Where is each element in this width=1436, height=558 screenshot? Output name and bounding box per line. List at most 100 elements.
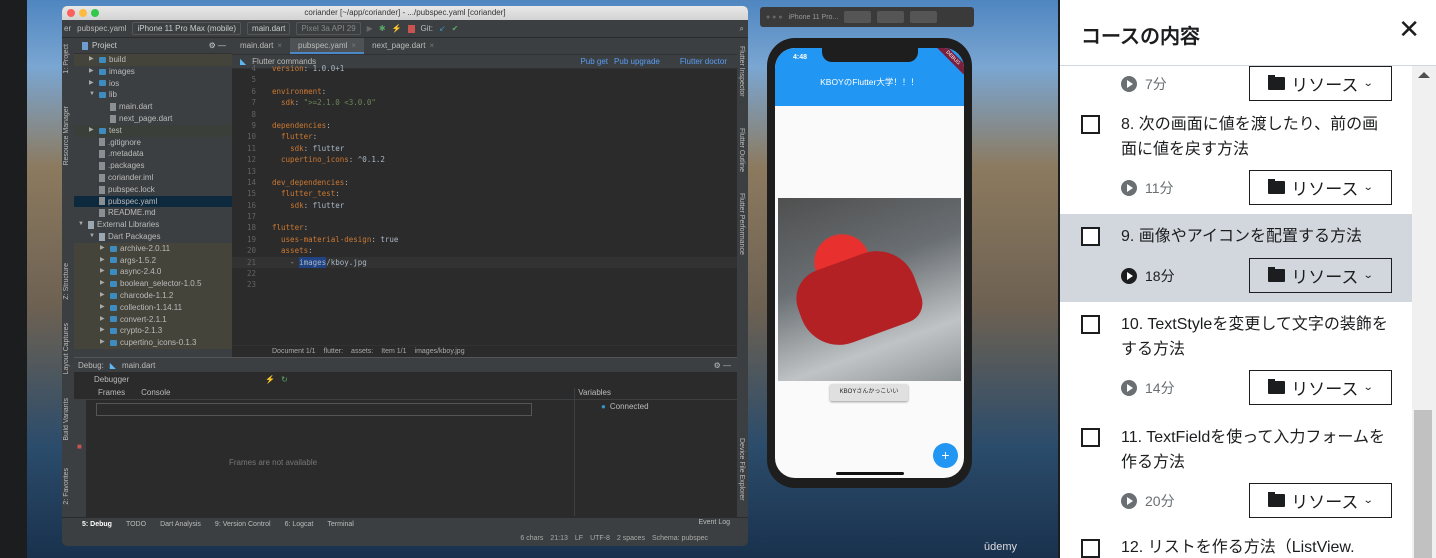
lecture-checkbox[interactable] — [1081, 539, 1100, 558]
scroll-up-arrow[interactable] — [1418, 72, 1430, 78]
tree-item[interactable]: ▶ test — [74, 124, 232, 137]
tree-item[interactable]: ▶ collection-1.14.11 — [74, 301, 232, 314]
expand-arrow-icon[interactable]: ▶ — [89, 125, 96, 137]
hot-reload-icon[interactable]: ⚡ — [392, 24, 402, 33]
gear-icon[interactable]: ⚙ — — [209, 41, 226, 50]
expand-arrow-icon[interactable]: ▶ — [100, 243, 107, 255]
expand-arrow-icon[interactable]: ▶ — [89, 78, 96, 90]
close-icon[interactable]: × — [277, 41, 282, 50]
tree-item[interactable]: coriander.iml — [74, 172, 232, 184]
expand-arrow-icon[interactable]: ▶ — [89, 54, 96, 66]
code-editor[interactable]: 4 version: 1.0.0+1 5 6 environment:7 sdk: ">… — [232, 63, 737, 291]
tool-structure[interactable]: Z: Structure — [63, 263, 70, 300]
frames-tab[interactable]: Frames — [98, 388, 125, 397]
tree-item[interactable]: ▶ images — [74, 66, 232, 78]
resources-dropdown[interactable]: リソース ⌄ — [1249, 370, 1392, 405]
editor-tab[interactable]: main.dart × — [232, 38, 290, 54]
tree-item[interactable]: ▶ args-1.5.2 — [74, 254, 232, 267]
close-window-button[interactable] — [67, 9, 75, 17]
tool-resource-manager[interactable]: Resource Manager — [63, 106, 70, 166]
status-item[interactable]: 21:13 — [550, 535, 568, 542]
close-icon[interactable]: × — [429, 41, 434, 50]
debug-icon[interactable]: ✱ — [379, 24, 386, 33]
lecture-item[interactable]: 9. 画像やアイコンを配置する方法 18分 リソース ⌄ — [1060, 214, 1412, 302]
resources-dropdown[interactable]: リソース ⌄ — [1249, 258, 1392, 293]
resources-dropdown[interactable]: リソース ⌄ — [1249, 170, 1392, 205]
tree-item[interactable]: ▶ ios — [74, 78, 232, 90]
expand-arrow-icon[interactable]: ▶ — [100, 290, 107, 302]
rotate-button[interactable] — [910, 11, 938, 23]
kboy-button[interactable]: KBOYさんかっこいい — [830, 384, 908, 401]
lecture-checkbox[interactable] — [1081, 227, 1100, 246]
video-player[interactable]: coriander [~/app/coriander] - .../pubspe… — [27, 0, 1058, 558]
expand-arrow-icon[interactable]: ▶ — [100, 314, 107, 326]
close-icon[interactable]: ✕ — [1398, 16, 1420, 42]
tree-item[interactable]: ▼ Dart Packages — [74, 231, 232, 243]
expand-arrow-icon[interactable]: ▼ — [78, 219, 85, 231]
tree-item[interactable]: ▶ build — [74, 54, 232, 66]
tree-item[interactable]: .gitignore — [74, 137, 232, 149]
home-button[interactable] — [877, 11, 905, 23]
fab-add-button[interactable]: + — [933, 443, 958, 468]
console-tab[interactable]: Console — [141, 388, 170, 397]
lecture-checkbox[interactable] — [1081, 115, 1100, 134]
lecture-item[interactable]: 11. TextFieldを使って入力フォームを作る方法 20分 リソース ⌄ — [1060, 415, 1412, 527]
expand-arrow-icon[interactable]: ▶ — [100, 255, 107, 267]
status-item[interactable]: 2 spaces — [617, 535, 645, 542]
expand-arrow-icon[interactable]: ▶ — [100, 302, 107, 314]
expand-arrow-icon[interactable]: ▶ — [89, 66, 96, 78]
breadcrumb-item[interactable]: flutter: — [324, 348, 343, 355]
tool-flutter-outline[interactable]: Flutter Outline — [738, 128, 745, 172]
lecture-checkbox[interactable] — [1081, 315, 1100, 334]
breadcrumb-item[interactable]: Document 1/1 — [272, 348, 316, 355]
breadcrumb-item[interactable]: Item 1/1 — [381, 348, 406, 355]
debugger-tab[interactable]: Debugger — [94, 375, 129, 384]
run-config-selector[interactable]: main.dart — [247, 22, 291, 35]
expand-arrow-icon[interactable]: ▼ — [89, 231, 96, 243]
tree-item[interactable]: ▶ boolean_selector-1.0.5 — [74, 278, 232, 290]
nav-file[interactable]: pubspec.yaml — [77, 24, 126, 33]
tree-item[interactable]: pubspec.lock — [74, 184, 232, 196]
expand-arrow-icon[interactable]: ▶ — [100, 266, 107, 278]
lecture-checkbox[interactable] — [1081, 428, 1100, 447]
nav-crumb[interactable]: er — [64, 24, 71, 33]
expand-arrow-icon[interactable]: ▶ — [100, 325, 107, 337]
gear-icon[interactable]: ⚙ — — [714, 361, 731, 370]
tool-favorites[interactable]: 2: Favorites — [63, 468, 70, 505]
hot-reload-icon[interactable]: ⚡ — [265, 375, 275, 384]
minimize-window-button[interactable] — [79, 9, 87, 17]
status-item[interactable]: UTF-8 — [590, 535, 610, 542]
expand-arrow-icon[interactable]: ▶ — [100, 337, 107, 349]
tool-layout-captures[interactable]: Layout Captures — [63, 323, 70, 374]
tree-item[interactable]: ▶ crypto-2.1.3 — [74, 325, 232, 338]
tool-device-file-explorer[interactable]: Device File Explorer — [738, 438, 745, 501]
stop-icon[interactable] — [407, 24, 415, 33]
status-item[interactable]: LF — [575, 535, 583, 542]
event-log-button[interactable]: Event Log — [698, 519, 730, 526]
tool-flutter-performance[interactable]: Flutter Performance — [738, 193, 745, 255]
breadcrumb-item[interactable]: assets: — [351, 348, 373, 355]
status-item[interactable]: Schema: pubspec — [652, 535, 708, 542]
project-view-selector[interactable]: Project — [92, 41, 117, 50]
tree-item[interactable]: ▶ async-2.4.0 — [74, 266, 232, 279]
tool-build-variants[interactable]: Build Variants — [63, 398, 70, 441]
bottom-tab[interactable]: 5: Debug — [82, 521, 112, 528]
tree-item[interactable]: next_page.dart — [74, 113, 232, 125]
tool-project[interactable]: 1: Project — [63, 44, 70, 74]
tree-item[interactable]: ▼ lib — [74, 89, 232, 101]
tree-item[interactable]: .metadata — [74, 148, 232, 160]
bottom-tab[interactable]: 6: Logcat — [285, 521, 314, 528]
tree-item[interactable]: main.dart — [74, 101, 232, 113]
tree-item[interactable]: README.md — [74, 207, 232, 219]
emulator-selector[interactable]: Pixel 3a API 29 — [296, 22, 361, 35]
bottom-tab[interactable]: TODO — [126, 521, 146, 528]
resources-dropdown[interactable]: リソース ⌄ — [1249, 483, 1392, 518]
tree-item[interactable]: ▶ archive-2.0.11 — [74, 242, 232, 255]
lecture-item[interactable]: 12. リストを作る方法（ListView. — [1060, 527, 1412, 558]
debug-session-tab[interactable]: main.dart — [122, 361, 155, 370]
tree-item[interactable]: ▶ cupertino_icons-0.1.3 — [74, 337, 232, 349]
tree-item[interactable]: ▶ convert-2.1.1 — [74, 313, 232, 326]
git-update-icon[interactable]: ↙ — [439, 24, 446, 33]
tree-item[interactable]: .packages — [74, 160, 232, 172]
run-icon[interactable]: ▶ — [367, 24, 373, 33]
